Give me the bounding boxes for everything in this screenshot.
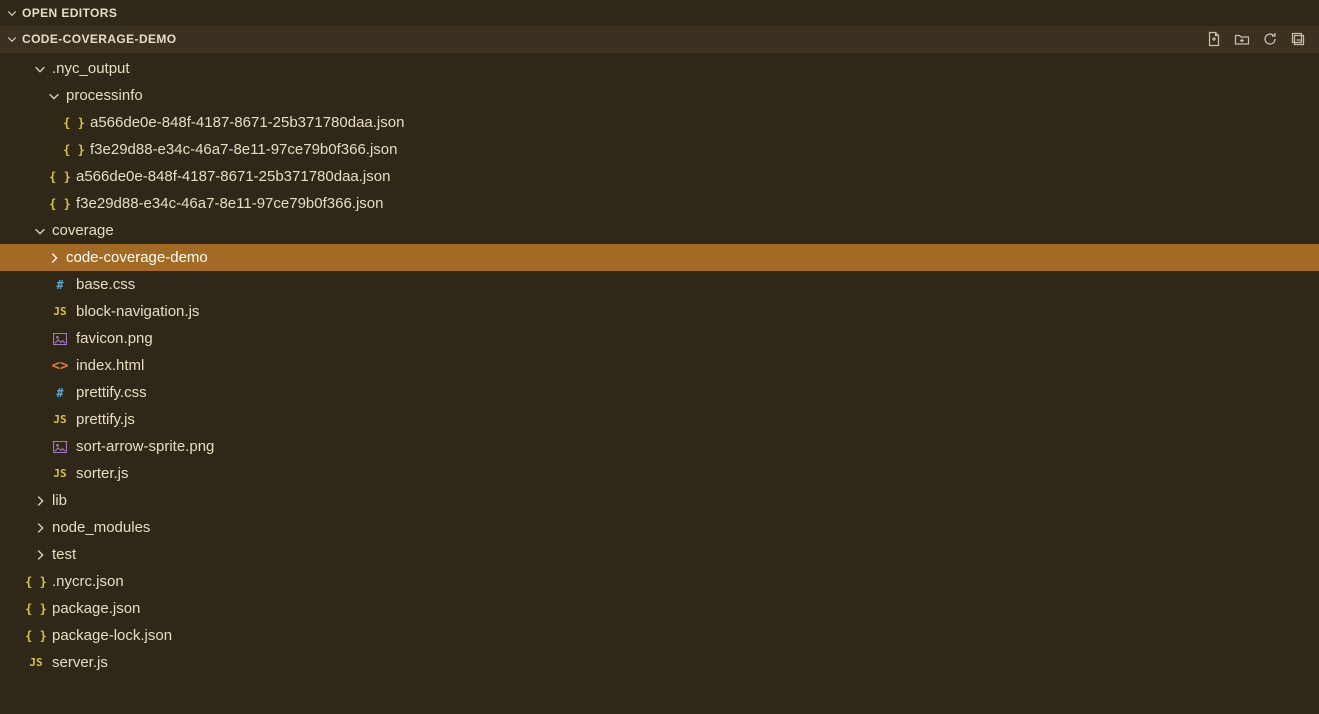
project-section-header[interactable]: CODE-COVERAGE-DEMO — [0, 26, 1319, 53]
tree-folder[interactable]: processinfo — [0, 82, 1319, 109]
json-icon: { } — [28, 628, 44, 644]
tree-item-label: f3e29d88-e34c-46a7-8e11-97ce79b0f366.jso… — [90, 141, 397, 158]
tree-file[interactable]: JS block-navigation.js — [0, 298, 1319, 325]
image-icon — [52, 439, 68, 455]
tree-file[interactable]: { } f3e29d88-e34c-46a7-8e11-97ce79b0f366.… — [0, 136, 1319, 163]
chevron-right-icon — [32, 520, 48, 536]
js-icon: JS — [52, 304, 68, 320]
tree-item-label: test — [52, 546, 76, 563]
tree-item-label: lib — [52, 492, 67, 509]
tree-item-label: f3e29d88-e34c-46a7-8e11-97ce79b0f366.jso… — [76, 195, 383, 212]
tree-item-label: a566de0e-848f-4187-8671-25b371780daa.jso… — [90, 114, 404, 131]
js-icon: JS — [52, 466, 68, 482]
file-tree: .nyc_output processinfo { } a566de0e-848f-4… — [0, 53, 1319, 676]
tree-file[interactable]: # prettify.css — [0, 379, 1319, 406]
tree-item-label: package-lock.json — [52, 627, 172, 644]
json-icon: { } — [28, 601, 44, 617]
json-icon: { } — [52, 196, 68, 212]
tree-item-label: sorter.js — [76, 465, 129, 482]
chevron-right-icon — [46, 250, 62, 266]
tree-item-label: package.json — [52, 600, 140, 617]
image-icon — [52, 331, 68, 347]
chevron-down-icon — [4, 31, 20, 47]
collapse-all-button[interactable] — [1289, 30, 1307, 48]
tree-folder[interactable]: node_modules — [0, 514, 1319, 541]
tree-file[interactable]: sort-arrow-sprite.png — [0, 433, 1319, 460]
tree-folder[interactable]: coverage — [0, 217, 1319, 244]
tree-file[interactable]: { } a566de0e-848f-4187-8671-25b371780daa.… — [0, 109, 1319, 136]
tree-item-label: sort-arrow-sprite.png — [76, 438, 214, 455]
js-icon: JS — [52, 412, 68, 428]
tree-item-label: prettify.js — [76, 411, 135, 428]
tree-file[interactable]: { } package-lock.json — [0, 622, 1319, 649]
json-icon: { } — [52, 169, 68, 185]
tree-file[interactable]: # base.css — [0, 271, 1319, 298]
tree-file[interactable]: JS server.js — [0, 649, 1319, 676]
json-icon: { } — [28, 574, 44, 590]
tree-folder[interactable]: code-coverage-demo — [0, 244, 1319, 271]
chevron-down-icon — [46, 88, 62, 104]
new-folder-button[interactable] — [1233, 30, 1251, 48]
tree-item-label: a566de0e-848f-4187-8671-25b371780daa.jso… — [76, 168, 390, 185]
tree-item-label: .nycrc.json — [52, 573, 124, 590]
chevron-down-icon — [32, 61, 48, 77]
project-name-label: CODE-COVERAGE-DEMO — [22, 32, 177, 46]
json-icon: { } — [66, 115, 82, 131]
refresh-button[interactable] — [1261, 30, 1279, 48]
css-icon: # — [52, 277, 68, 293]
tree-item-label: processinfo — [66, 87, 143, 104]
explorer-toolbar — [1205, 30, 1319, 48]
new-file-button[interactable] — [1205, 30, 1223, 48]
tree-item-label: node_modules — [52, 519, 150, 536]
tree-item-label: block-navigation.js — [76, 303, 199, 320]
tree-item-label: prettify.css — [76, 384, 147, 401]
tree-item-label: base.css — [76, 276, 135, 293]
chevron-right-icon — [32, 547, 48, 563]
tree-item-label: code-coverage-demo — [66, 249, 208, 266]
chevron-down-icon — [4, 5, 20, 21]
tree-item-label: coverage — [52, 222, 114, 239]
tree-item-label: favicon.png — [76, 330, 153, 347]
json-icon: { } — [66, 142, 82, 158]
tree-file[interactable]: { } f3e29d88-e34c-46a7-8e11-97ce79b0f366.… — [0, 190, 1319, 217]
js-icon: JS — [28, 655, 44, 671]
css-icon: # — [52, 385, 68, 401]
tree-folder[interactable]: lib — [0, 487, 1319, 514]
tree-item-label: .nyc_output — [52, 60, 130, 77]
chevron-right-icon — [32, 493, 48, 509]
tree-file[interactable]: JS prettify.js — [0, 406, 1319, 433]
tree-folder[interactable]: test — [0, 541, 1319, 568]
tree-item-label: server.js — [52, 654, 108, 671]
tree-file[interactable]: { } package.json — [0, 595, 1319, 622]
open-editors-section[interactable]: OPEN EDITORS — [0, 0, 1319, 26]
tree-file[interactable]: { } a566de0e-848f-4187-8671-25b371780daa.… — [0, 163, 1319, 190]
tree-file[interactable]: <> index.html — [0, 352, 1319, 379]
tree-item-label: index.html — [76, 357, 144, 374]
tree-file[interactable]: { } .nycrc.json — [0, 568, 1319, 595]
tree-file[interactable]: JS sorter.js — [0, 460, 1319, 487]
tree-file[interactable]: favicon.png — [0, 325, 1319, 352]
chevron-down-icon — [32, 223, 48, 239]
tree-folder[interactable]: .nyc_output — [0, 55, 1319, 82]
html-icon: <> — [52, 358, 68, 374]
open-editors-label: OPEN EDITORS — [22, 6, 117, 20]
